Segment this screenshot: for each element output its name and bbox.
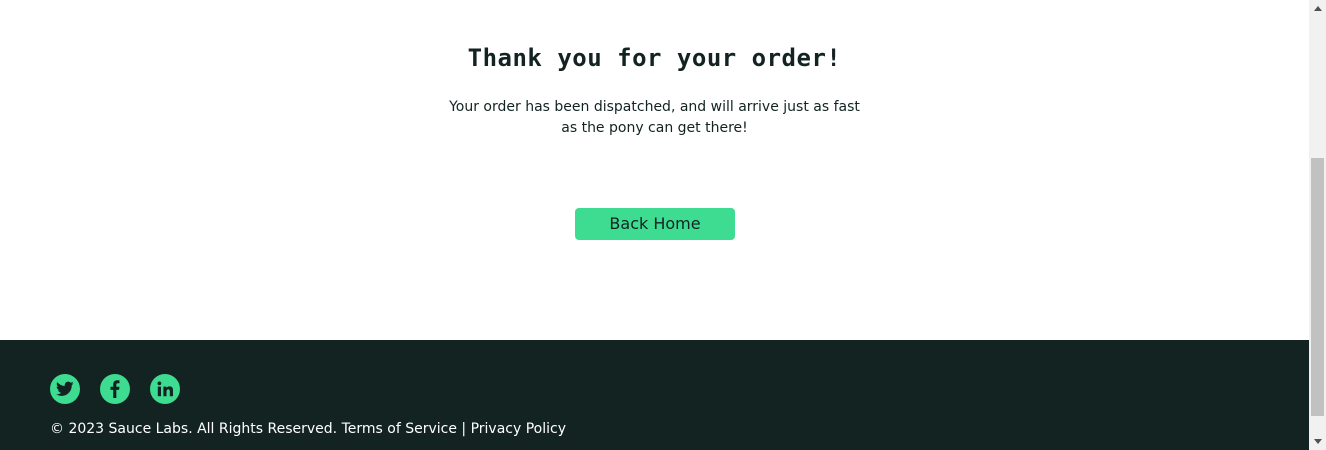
complete-text: Your order has been dispatched, and will…: [449, 99, 860, 136]
terms-of-service-link[interactable]: Terms of Service: [342, 421, 457, 437]
linkedin-link[interactable]: [150, 374, 180, 404]
complete-header: Thank you for your order!: [467, 44, 842, 72]
facebook-icon: [110, 380, 120, 398]
facebook-link[interactable]: [100, 374, 130, 404]
page: Thank you for your order! Your order has…: [0, 0, 1326, 450]
scrollbar-thumb[interactable]: [1311, 158, 1324, 416]
back-home-button[interactable]: Back Home: [575, 208, 735, 240]
footer: © 2023 Sauce Labs. All Rights Reserved. …: [0, 340, 1309, 450]
chevron-up-icon: [1313, 6, 1322, 11]
privacy-policy-link[interactable]: Privacy Policy: [471, 421, 566, 437]
twitter-icon: [56, 381, 74, 396]
linkedin-icon: [157, 381, 173, 397]
scroll-up-arrow[interactable]: [1309, 0, 1326, 17]
footer-separator: |: [456, 421, 471, 437]
checkout-complete-container: Thank you for your order! Your order has…: [0, 0, 1309, 340]
chevron-down-icon: [1313, 439, 1322, 444]
footer-copy: © 2023 Sauce Labs. All Rights Reserved. …: [50, 421, 566, 437]
vertical-scrollbar[interactable]: [1309, 0, 1326, 450]
copyright-text: © 2023 Sauce Labs. All Rights Reserved.: [50, 421, 342, 437]
twitter-link[interactable]: [50, 374, 80, 404]
scroll-down-arrow[interactable]: [1309, 433, 1326, 450]
